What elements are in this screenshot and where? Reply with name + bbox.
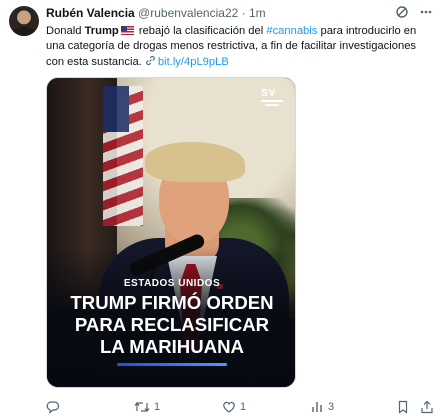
retweet-button[interactable]: 1 bbox=[134, 398, 160, 416]
separator: · bbox=[241, 6, 246, 20]
american-flag bbox=[103, 86, 143, 226]
retweet-icon bbox=[134, 400, 150, 414]
views-button[interactable]: 3 bbox=[310, 398, 334, 416]
image-kicker: ESTADOS UNIDOS bbox=[123, 278, 221, 289]
headline-line: PARA RECLASIFICAR bbox=[74, 314, 270, 335]
hair bbox=[145, 142, 245, 182]
url-link[interactable]: bit.ly/4pL9pLB bbox=[158, 56, 229, 68]
tweet[interactable]: Rubén Valencia @rubenvalencia22 · 1m Don… bbox=[0, 0, 441, 420]
author-name[interactable]: Rubén Valencia bbox=[46, 6, 135, 20]
views-icon bbox=[310, 400, 324, 414]
views-count: 3 bbox=[328, 401, 335, 413]
like-count: 1 bbox=[240, 401, 247, 413]
author-handle[interactable]: @rubenvalencia22 bbox=[138, 6, 238, 20]
bookmark-icon bbox=[396, 400, 410, 414]
headline-line: TRUMP FIRMÓ ORDEN bbox=[70, 292, 274, 313]
tweet-header: Rubén Valencia @rubenvalencia22 · 1m bbox=[46, 6, 431, 22]
grok-icon[interactable] bbox=[395, 5, 409, 19]
accent-bar bbox=[117, 363, 227, 366]
header-actions bbox=[395, 5, 433, 19]
link-icon bbox=[145, 55, 158, 70]
text-segment: rebajó la clasificación del bbox=[135, 25, 267, 37]
share-button[interactable] bbox=[420, 398, 434, 416]
like-icon bbox=[222, 400, 236, 414]
more-icon[interactable] bbox=[419, 5, 433, 19]
tweet-media-image[interactable]: SV ESTADOS UNIDOS TRUMP FIRMÓ ORDEN PARA… bbox=[46, 77, 296, 388]
share-icon bbox=[420, 400, 434, 414]
text-bold: Trump bbox=[84, 25, 119, 37]
channel-logo: SV bbox=[261, 88, 283, 106]
logo-text: SV bbox=[261, 88, 277, 99]
headline-line: LA MARIHUANA bbox=[100, 336, 244, 357]
reply-icon bbox=[46, 400, 60, 414]
retweet-count: 1 bbox=[154, 401, 161, 413]
us-flag-icon bbox=[120, 26, 134, 35]
bookmark-button[interactable] bbox=[396, 398, 410, 416]
avatar[interactable] bbox=[9, 6, 39, 36]
reply-button[interactable] bbox=[46, 398, 64, 416]
like-button[interactable]: 1 bbox=[222, 398, 246, 416]
tweet-actions: 1 1 3 bbox=[46, 398, 434, 418]
image-headline: TRUMP FIRMÓ ORDEN PARA RECLASIFICAR LA M… bbox=[47, 292, 295, 358]
timestamp[interactable]: 1m bbox=[249, 6, 266, 20]
tweet-text: Donald Trump rebajó la clasificación del… bbox=[46, 24, 436, 70]
text-segment: Donald bbox=[46, 25, 85, 37]
hashtag-link[interactable]: #cannabis bbox=[266, 25, 317, 37]
